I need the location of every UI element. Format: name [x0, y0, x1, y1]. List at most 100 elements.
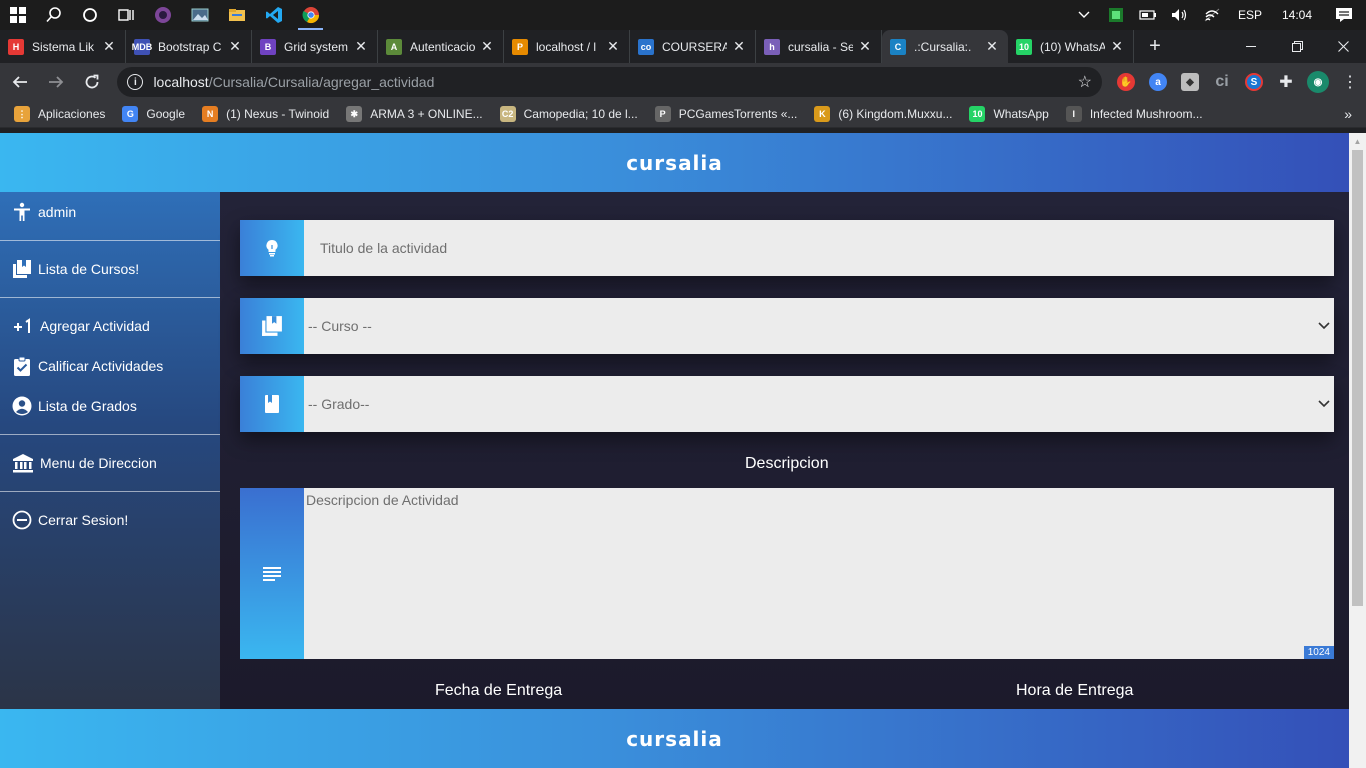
browser-tab[interactable]: 10 (10) WhatsA ✕ [1008, 30, 1134, 63]
close-tab-icon[interactable]: ✕ [353, 38, 369, 55]
windows-start-icon[interactable] [0, 0, 36, 30]
sidebar-item-add-activity[interactable]: Agregar Actividad [0, 306, 220, 346]
bookmark-star-icon[interactable]: ☆ [1078, 72, 1092, 92]
file-explorer-icon[interactable] [218, 0, 255, 30]
footer-logo[interactable]: cursalia [626, 727, 723, 751]
tab-favicon-icon: co [638, 38, 654, 55]
site-logo[interactable]: cursalia [626, 151, 723, 175]
bookmark-item[interactable]: K (6) Kingdom.Muxxu... [814, 106, 952, 122]
sidebar: admin Lista de Cursos! Agregar Actividad… [0, 192, 220, 709]
bookmark-item[interactable]: ⋮ Aplicaciones [14, 106, 105, 122]
chevron-down-icon [1318, 397, 1330, 411]
reload-button[interactable] [76, 66, 108, 98]
bookmark-item[interactable]: G Google [122, 106, 185, 122]
site-info-icon[interactable]: i [127, 74, 144, 90]
close-tab-icon[interactable]: ✕ [479, 38, 495, 55]
puzzle-extensions-icon[interactable]: ✚ [1270, 66, 1302, 98]
page-scrollbar[interactable]: ▲ [1349, 133, 1366, 768]
battery-icon[interactable] [1132, 0, 1164, 30]
clock[interactable]: 14:04 [1272, 8, 1322, 22]
browser-tab[interactable]: h cursalia - Se ✕ [756, 30, 882, 63]
sidebar-item-direction-menu[interactable]: Menu de Direccion [0, 443, 220, 483]
browser-tab[interactable]: H Sistema Lik ✕ [0, 30, 126, 63]
wifi-icon[interactable] [1196, 0, 1228, 30]
task-view-icon[interactable] [108, 0, 144, 30]
course-select[interactable]: -- Curso -- [304, 298, 1334, 354]
accessibility-icon [12, 202, 32, 222]
ci-extension-icon[interactable]: ci [1206, 66, 1238, 98]
restore-button[interactable] [1274, 30, 1320, 63]
photos-icon[interactable] [181, 0, 218, 30]
bookmark-item[interactable]: ✱ ARMA 3 + ONLINE... [346, 106, 483, 122]
new-tab-button[interactable]: + [1140, 30, 1170, 63]
sidebar-item-grade-activities[interactable]: Calificar Actividades [0, 346, 220, 386]
sidebar-divider [0, 297, 220, 298]
close-tab-icon[interactable]: ✕ [857, 38, 873, 55]
tab-favicon-icon: h [764, 38, 780, 55]
browser-tab[interactable]: A Autenticacio ✕ [378, 30, 504, 63]
url-text[interactable]: localhost/Cursalia/Cursalia/agregar_acti… [153, 74, 1077, 90]
scrollbar-thumb[interactable] [1352, 150, 1363, 606]
bookmark-favicon-icon: K [814, 106, 831, 122]
browser-tab[interactable]: co COURSERA ✕ [630, 30, 756, 63]
chevron-up-icon[interactable] [1068, 0, 1100, 30]
close-tab-icon[interactable]: ✕ [227, 38, 243, 55]
cortana-icon[interactable] [72, 0, 108, 30]
browser-toolbar: i localhost/Cursalia/Cursalia/agregar_ac… [0, 63, 1366, 101]
tab-favicon-icon: C [890, 38, 906, 55]
bookmark-item[interactable]: 10 WhatsApp [969, 106, 1049, 122]
sidebar-item-user[interactable]: admin [0, 192, 220, 232]
stop-extension-icon[interactable]: ✋ [1110, 66, 1142, 98]
browser-tab[interactable]: B Grid system ✕ [252, 30, 378, 63]
address-bar[interactable]: i localhost/Cursalia/Cursalia/agregar_ac… [117, 67, 1102, 97]
back-button[interactable] [4, 66, 36, 98]
close-tab-icon[interactable]: ✕ [731, 38, 747, 55]
language-indicator[interactable]: ESP [1228, 8, 1272, 22]
vscode-icon[interactable] [255, 0, 292, 30]
sidebar-item-logout[interactable]: Cerrar Sesion! [0, 500, 220, 540]
tab-title: .:Cursalia:. [914, 39, 972, 54]
sidebar-item-grades-list[interactable]: Lista de Grados [0, 386, 220, 426]
close-tab-icon[interactable]: ✕ [605, 38, 621, 55]
bookmarks-overflow-icon[interactable]: » [1344, 106, 1352, 122]
app-tray-icon[interactable] [1100, 0, 1132, 30]
grade-select[interactable]: -- Grado-- [304, 376, 1334, 432]
minimize-button[interactable] [1228, 30, 1274, 63]
cube-extension-icon[interactable]: ◆ [1174, 66, 1206, 98]
browser-tab[interactable]: Plocalhost / l ✕ [504, 30, 630, 63]
browser-tab[interactable]: C .:Cursalia:. ✕ [882, 30, 1008, 63]
tab-favicon-icon: B [260, 38, 276, 55]
description-textarea[interactable]: Descripcion de Actividad 1024 [304, 488, 1334, 659]
library-books-icon [12, 259, 32, 279]
description-field: Descripcion de Actividad 1024 [240, 488, 1334, 659]
close-window-button[interactable] [1320, 30, 1366, 63]
bookmark-label: WhatsApp [993, 107, 1049, 121]
browser-tab[interactable]: MDB Bootstrap C ✕ [126, 30, 252, 63]
chrome-taskbar-icon[interactable] [292, 0, 329, 30]
tab-title: localhost / l [536, 39, 597, 54]
bookmark-item[interactable]: C2 Camopedia; 10 de l... [499, 106, 638, 122]
due-time-label: Hora de Entrega [1016, 682, 1134, 699]
bookmark-favicon-icon: 10 [969, 106, 986, 122]
close-tab-icon[interactable]: ✕ [984, 38, 1000, 55]
chrome-menu-icon[interactable]: ⋮ [1334, 66, 1366, 98]
bookmark-item[interactable]: P PCGamesTorrents «... [654, 106, 797, 122]
bookmark-item[interactable]: I Infected Mushroom... [1065, 106, 1203, 122]
s-extension-icon[interactable]: S [1238, 66, 1270, 98]
tab-favicon-icon: 10 [1016, 38, 1032, 55]
close-tab-icon[interactable]: ✕ [101, 38, 117, 55]
search-icon[interactable] [36, 0, 72, 30]
profile-avatar[interactable]: ◉ [1302, 66, 1334, 98]
tor-browser-icon[interactable] [144, 0, 181, 30]
volume-icon[interactable] [1164, 0, 1196, 30]
bookmark-item[interactable]: N (1) Nexus - Twinoid [202, 106, 329, 122]
title-input[interactable]: Titulo de la actividad [304, 220, 1334, 276]
a-extension-icon[interactable]: a [1142, 66, 1174, 98]
sidebar-item-courses[interactable]: Lista de Cursos! [0, 249, 220, 289]
close-tab-icon[interactable]: ✕ [1109, 38, 1125, 55]
scroll-up-arrow-icon[interactable]: ▲ [1349, 133, 1366, 150]
forward-button[interactable] [40, 66, 72, 98]
notifications-icon[interactable] [1322, 0, 1366, 30]
sidebar-item-label: Calificar Actividades [38, 358, 164, 374]
bookmark-label: Infected Mushroom... [1089, 107, 1203, 121]
